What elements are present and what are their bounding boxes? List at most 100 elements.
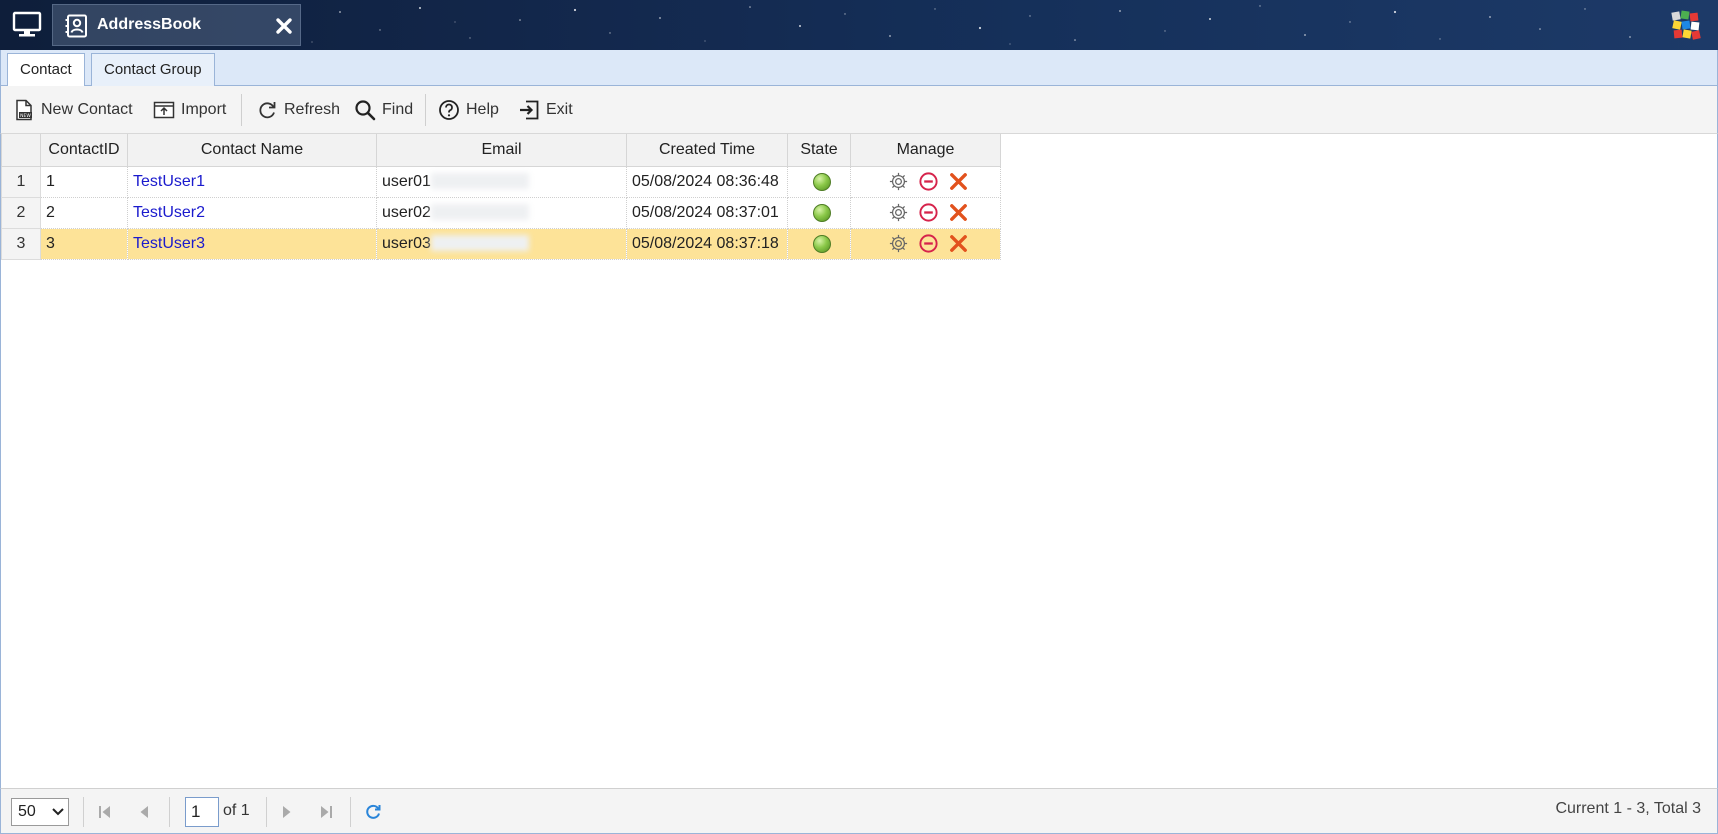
created-time-cell: 05/08/2024 08:37:18 [626, 227, 788, 260]
contactid-header[interactable]: ContactID [40, 134, 128, 167]
contact-grid: ContactID Contact Name Email Created Tim… [0, 134, 1718, 788]
gear-icon[interactable] [888, 233, 909, 254]
pagination-status: Current 1 - 3, Total 3 [1555, 800, 1701, 817]
row-number: 1 [1, 165, 41, 198]
contact-id-cell: 1 [40, 165, 128, 198]
manage-header: Manage [850, 134, 1001, 167]
page-size-value: 50 [18, 803, 36, 820]
search-icon [355, 100, 376, 121]
email-cell: user03 [376, 227, 627, 260]
disable-icon[interactable] [918, 171, 939, 192]
state-active-icon [812, 234, 831, 253]
pagination-bar: 50 1 of 1 Current 1 - 3, Total 3 [0, 788, 1718, 834]
help-button[interactable]: Help [438, 96, 499, 124]
pagination-separator [169, 797, 170, 827]
state-cell [787, 227, 851, 260]
prev-page-icon[interactable] [134, 802, 154, 822]
contact-name-link[interactable]: TestUser2 [133, 204, 205, 221]
tab-contact-group[interactable]: Contact Group [91, 53, 215, 86]
top-bar: AddressBook [0, 0, 1718, 50]
import-button[interactable]: Import [153, 96, 226, 124]
close-icon[interactable] [273, 15, 295, 37]
refresh-button[interactable]: Refresh [256, 96, 340, 124]
app-logo-icon[interactable] [1670, 9, 1702, 41]
app-window: AddressBook Contact Contact Group NEW Ne… [0, 0, 1718, 834]
contact-name-link[interactable]: TestUser1 [133, 173, 205, 190]
reload-icon[interactable] [363, 802, 383, 822]
table-row-selected[interactable]: 3 3 TestUser3 user03 05/08/2024 08:37:18 [1, 227, 1001, 260]
redacted-email [430, 173, 529, 190]
row-number: 3 [1, 227, 41, 260]
manage-cell [850, 227, 1001, 260]
gear-icon[interactable] [888, 171, 909, 192]
tab-strip: Contact Contact Group [0, 50, 1718, 87]
redacted-email [430, 204, 529, 221]
new-document-icon: NEW [16, 99, 32, 121]
state-active-icon [812, 172, 831, 191]
email-text: user01 [382, 172, 431, 190]
table-row[interactable]: 2 2 TestUser2 user02 05/08/2024 08:37:01 [1, 196, 1001, 229]
state-active-icon [812, 203, 831, 222]
email-cell: user01 [376, 165, 627, 198]
toolbar-separator [425, 94, 426, 126]
created-time-header[interactable]: Created Time [626, 134, 788, 167]
contact-name-link[interactable]: TestUser3 [133, 235, 205, 252]
contact-id-cell: 2 [40, 196, 128, 229]
next-page-icon[interactable] [277, 802, 297, 822]
page-count-label: of 1 [223, 802, 250, 819]
tab-contact[interactable]: Contact [7, 53, 85, 87]
app-tab-title: AddressBook [97, 16, 202, 33]
toolbar-separator [241, 94, 242, 126]
gear-icon[interactable] [888, 202, 909, 223]
desktop-icon[interactable] [12, 11, 42, 39]
contact-name-header[interactable]: Contact Name [127, 134, 377, 167]
delete-icon[interactable] [948, 202, 969, 223]
first-page-icon[interactable] [95, 802, 115, 822]
created-time-cell: 05/08/2024 08:37:01 [626, 196, 788, 229]
redacted-email [430, 235, 529, 252]
find-button[interactable]: Find [354, 96, 413, 124]
exit-button[interactable]: Exit [518, 96, 573, 124]
delete-icon[interactable] [948, 171, 969, 192]
exit-icon [520, 100, 539, 120]
new-contact-button[interactable]: NEW New Contact [13, 96, 133, 124]
exit-label: Exit [546, 101, 573, 118]
disable-icon[interactable] [918, 202, 939, 223]
state-cell [787, 196, 851, 229]
email-cell: user02 [376, 196, 627, 229]
page-number-input[interactable]: 1 [185, 797, 219, 827]
import-icon [153, 101, 175, 119]
disable-icon[interactable] [918, 233, 939, 254]
svg-text:NEW: NEW [20, 113, 31, 119]
row-number: 2 [1, 196, 41, 229]
new-contact-label: New Contact [41, 101, 133, 118]
email-header[interactable]: Email [376, 134, 627, 167]
last-page-icon[interactable] [316, 802, 336, 822]
address-book-icon [65, 14, 87, 38]
delete-icon[interactable] [948, 233, 969, 254]
state-header[interactable]: State [787, 134, 851, 167]
email-text: user03 [382, 234, 431, 252]
pagination-separator [83, 797, 84, 827]
manage-cell [850, 196, 1001, 229]
page-size-select[interactable]: 50 [11, 798, 69, 826]
chevron-down-icon [52, 808, 64, 816]
created-time-cell: 05/08/2024 08:36:48 [626, 165, 788, 198]
find-label: Find [382, 101, 414, 118]
refresh-label: Refresh [284, 101, 341, 118]
import-label: Import [181, 101, 227, 118]
contact-name-cell: TestUser3 [127, 227, 377, 260]
contact-id-cell: 3 [40, 227, 128, 260]
app-tab-addressbook[interactable]: AddressBook [52, 4, 301, 46]
refresh-icon [259, 102, 276, 119]
table-row[interactable]: 1 1 TestUser1 user01 05/08/2024 08:36:48 [1, 165, 1001, 198]
state-cell [787, 165, 851, 198]
toolbar: NEW New Contact Import Refresh Find Help… [0, 86, 1718, 134]
manage-cell [850, 165, 1001, 198]
table-header-row: ContactID Contact Name Email Created Tim… [1, 134, 1001, 167]
contact-name-cell: TestUser1 [127, 165, 377, 198]
contact-table: ContactID Contact Name Email Created Tim… [1, 134, 1001, 260]
email-text: user02 [382, 203, 431, 221]
help-icon [439, 100, 459, 120]
help-label: Help [466, 101, 499, 118]
